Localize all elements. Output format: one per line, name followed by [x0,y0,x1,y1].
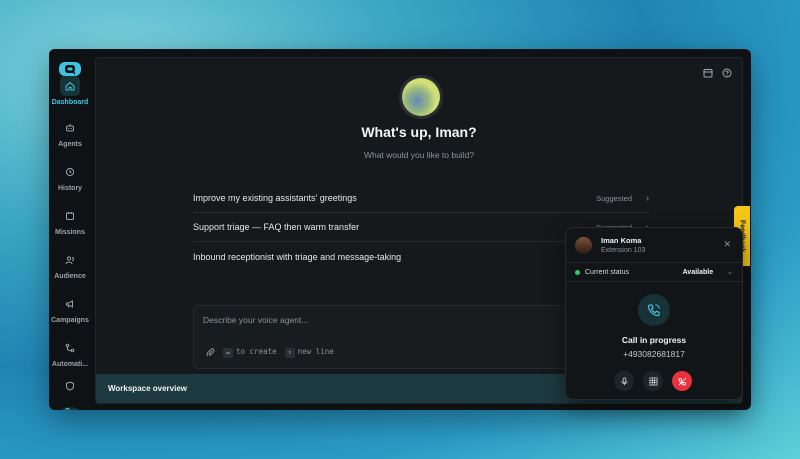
caller-avatar [575,236,592,254]
robot-icon [66,124,74,132]
calendar-icon[interactable] [703,68,713,78]
help-icon[interactable] [722,68,732,78]
attachment-icon[interactable] [206,348,215,357]
sidebar-phone-button[interactable] [60,407,80,410]
shield-icon [66,381,74,391]
close-icon[interactable]: ✕ [723,239,731,250]
suggestion-text: Support triage — FAQ then warm transfer [193,222,360,232]
call-state: Call in progress [621,335,687,345]
caller-header: Iman Koma Extension 103 [575,236,645,254]
shift-key-icon: ⇧ [284,347,295,358]
sidebar-item-dashboard[interactable]: Dashboard [49,76,91,106]
sidebar-item-label: Agents [58,141,82,148]
greeting-title: What's up, Iman? [361,124,477,140]
suggestion-text: Improve my existing assistants' greeting… [193,193,357,203]
suggestion-item[interactable]: Improve my existing assistants' greeting… [193,184,649,213]
status-dot [575,269,580,275]
phone-off-icon [677,377,686,386]
sidebar-item-label: Automati... [51,361,89,368]
sidebar-item-label: Dashboard [51,99,89,106]
chevron-right-icon: › [646,193,649,203]
prompt-placeholder: Describe your voice agent... [203,315,309,325]
sidebar-item-security[interactable] [49,376,91,399]
megaphone-icon [66,300,73,308]
calendar-clock-icon [66,212,74,220]
enter-key-icon: ↵ [223,347,233,358]
top-toolbar [703,68,732,78]
sidebar-item-label: Campaigns [51,317,89,324]
app-logo[interactable] [59,62,81,76]
hint-create: to create [236,347,277,356]
phone-icon [65,408,70,410]
assistant-orb [402,78,440,116]
workflow-icon [65,343,75,353]
users-icon [65,256,74,265]
status-value: Available [682,268,714,276]
keypad-icon [649,377,657,385]
sidebar-item-history[interactable]: History [49,162,91,192]
history-icon [65,167,75,177]
sidebar-item-label: Missions [55,229,85,236]
greeting-subtitle: What would you like to build? [363,150,475,160]
call-actions [614,371,692,391]
keyboard-hints: ↵ to create ⇧ new line [206,347,334,358]
sidebar-item-agents[interactable]: Agents [49,118,91,148]
keypad-button[interactable] [643,371,663,391]
hint-newline: new line [297,347,334,356]
chevron-down-icon: ⌄ [727,269,733,276]
sidebar-item-label: History [57,185,83,192]
sidebar-item-label: Audience [54,273,86,280]
status-label: Current status [585,268,629,276]
active-call-icon [638,294,670,326]
call-number: +493082681817 [623,349,685,359]
caller-name: Iman Koma [601,236,642,245]
mute-button[interactable] [614,371,634,391]
sidebar-item-automations[interactable]: Automati... [49,338,91,368]
chat-logo-icon [65,65,75,75]
hang-up-button[interactable] [672,371,692,391]
caller-extension: Extension 103 [601,247,646,254]
sidebar-item-missions[interactable]: Missions [49,206,91,236]
sidebar-item-audience[interactable]: Audience [49,250,91,280]
home-icon [65,81,75,91]
phone-ring-icon [647,304,660,317]
call-panel: Iman Koma Extension 103 ✕ Current status… [565,227,743,400]
sidebar-item-campaigns[interactable]: Campaigns [49,294,91,324]
suggested-tag: Suggested [596,193,632,203]
workspace-overview-label: Workspace overview [108,384,188,393]
status-selector[interactable]: Current status Available ⌄ [566,262,742,282]
microphone-icon [620,376,628,385]
sidebar: Dashboard Agents History Missions Audien… [49,49,91,410]
